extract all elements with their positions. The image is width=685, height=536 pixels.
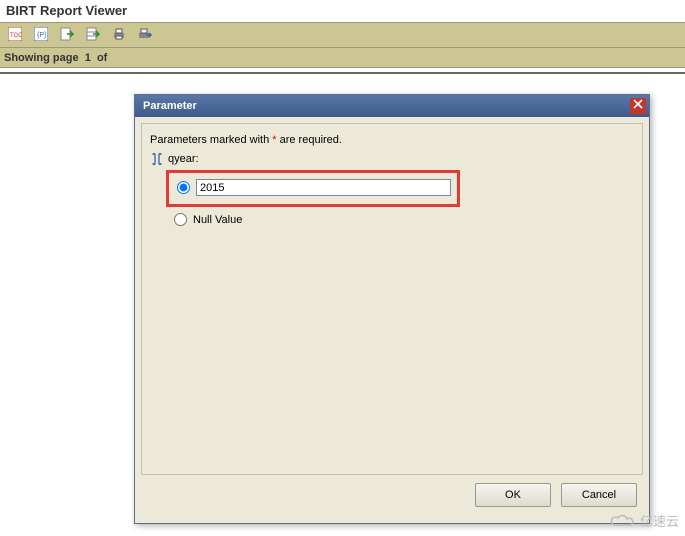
null-radio[interactable] [174, 213, 187, 226]
svg-text:{P}: {P} [37, 32, 47, 39]
cancel-button[interactable]: Cancel [561, 483, 637, 507]
dialog-close-button[interactable] [630, 98, 646, 114]
param-qyear-row: qyear: [150, 152, 634, 166]
export-report-button[interactable] [56, 25, 78, 45]
cloud-icon [610, 513, 636, 529]
highlight-annotation [166, 170, 460, 207]
export-data-icon [86, 27, 100, 44]
null-label: Null Value [193, 214, 242, 226]
qyear-input[interactable] [196, 179, 451, 196]
svg-text:TOC: TOC [10, 33, 22, 39]
print-button[interactable] [108, 25, 130, 45]
parameters-button[interactable]: {P} [30, 25, 52, 45]
dialog-titlebar: Parameter [135, 95, 649, 117]
ok-button[interactable]: OK [475, 483, 551, 507]
print-server-icon [138, 27, 152, 44]
close-icon [633, 95, 643, 117]
value-option-row [177, 179, 451, 196]
dialog-body: Parameters marked with * are required. q… [135, 117, 649, 523]
toc-button[interactable]: TOC [4, 25, 26, 45]
parameter-dialog: Parameter Parameters marked with * are r… [134, 94, 650, 524]
divider [0, 72, 685, 74]
dialog-buttons: OK Cancel [141, 475, 643, 517]
object-icon [150, 152, 164, 166]
dialog-title: Parameter [143, 95, 197, 117]
required-message: Parameters marked with * are required. [150, 134, 634, 146]
print-icon [112, 27, 126, 44]
status-bar: Showing page 1 of [0, 48, 685, 68]
status-page-number: 1 [85, 52, 91, 64]
null-option-row: Null Value [174, 213, 634, 226]
watermark: 亿速云 [610, 511, 679, 530]
toc-icon: TOC [8, 27, 22, 44]
app-title: BIRT Report Viewer [0, 0, 685, 22]
export-data-button[interactable] [82, 25, 104, 45]
toolbar: TOC {P} [0, 22, 685, 48]
export-report-icon [60, 27, 74, 44]
parameters-icon: {P} [34, 27, 48, 44]
param-container: Parameters marked with * are required. q… [141, 123, 643, 475]
param-label: qyear: [168, 153, 199, 165]
status-showing: Showing page [4, 52, 79, 64]
value-radio[interactable] [177, 181, 190, 194]
status-of: of [97, 52, 107, 64]
print-server-button[interactable] [134, 25, 156, 45]
